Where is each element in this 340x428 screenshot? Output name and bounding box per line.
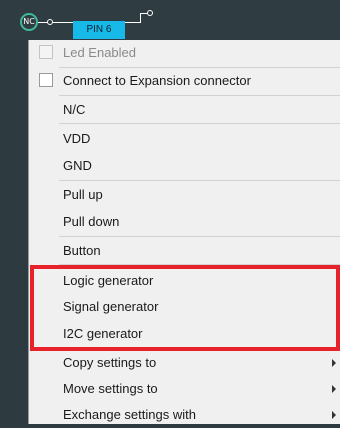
menu-item-button[interactable]: Button	[29, 238, 340, 264]
menu-item-nc[interactable]: N/C	[29, 97, 340, 123]
chevron-right-icon	[332, 385, 336, 393]
menu-item-label: GND	[63, 158, 92, 173]
menu-item-label: N/C	[63, 102, 86, 117]
menu-separator	[59, 95, 340, 96]
menu-item-label: I2C generator	[63, 326, 143, 341]
led-enabled-checkbox	[39, 45, 53, 59]
menu-item-logic-generator[interactable]: Logic generator	[29, 268, 340, 294]
pin-terminal-right	[147, 10, 153, 16]
menu-item-i2c-generator[interactable]: I2C generator	[29, 321, 340, 347]
menu-item-label: Logic generator	[63, 273, 154, 288]
nc-badge[interactable]: NC	[20, 13, 38, 31]
menu-item-connect-expansion[interactable]: Connect to Expansion connector	[29, 68, 340, 94]
menu-separator	[59, 236, 340, 237]
menu-item-signal-generator[interactable]: Signal generator	[29, 294, 340, 320]
menu-item-exchange-settings[interactable]: Exchange settings with	[29, 402, 340, 428]
menu-item-label: VDD	[63, 131, 91, 146]
menu-item-gnd[interactable]: GND	[29, 153, 340, 179]
menu-item-copy-settings[interactable]: Copy settings to	[29, 350, 340, 376]
menu-item-label: Led Enabled	[63, 45, 137, 60]
menu-item-pull-down[interactable]: Pull down	[29, 209, 340, 235]
menu-item-move-settings[interactable]: Move settings to	[29, 376, 340, 402]
pin-wire-right	[125, 22, 141, 23]
chevron-right-icon	[332, 359, 336, 367]
pin-wire-mid	[53, 22, 73, 23]
menu-item-vdd[interactable]: VDD	[29, 126, 340, 152]
pin-header: NC PIN 6	[0, 0, 340, 40]
menu-item-label: Button	[63, 243, 101, 258]
menu-separator	[59, 264, 340, 265]
pin-label[interactable]: PIN 6	[73, 21, 125, 39]
menu-item-label: Copy settings to	[63, 355, 157, 370]
menu-item-label: Exchange settings with	[63, 407, 196, 422]
menu-item-label: Pull down	[63, 214, 120, 229]
pin-wire-stub	[140, 13, 141, 22]
menu-item-pull-up[interactable]: Pull up	[29, 182, 340, 208]
menu-item-label: Move settings to	[63, 381, 158, 396]
menu-separator	[59, 180, 340, 181]
menu-separator	[59, 123, 340, 124]
connect-expansion-checkbox[interactable]	[39, 73, 53, 87]
menu-item-led-enabled: Led Enabled	[29, 40, 340, 66]
menu-item-label: Connect to Expansion connector	[63, 73, 251, 88]
menu-item-label: Pull up	[63, 187, 103, 202]
pin-context-menu: Led Enabled Connect to Expansion connect…	[28, 40, 340, 424]
menu-item-label: Signal generator	[63, 299, 159, 314]
chevron-right-icon	[332, 411, 336, 419]
